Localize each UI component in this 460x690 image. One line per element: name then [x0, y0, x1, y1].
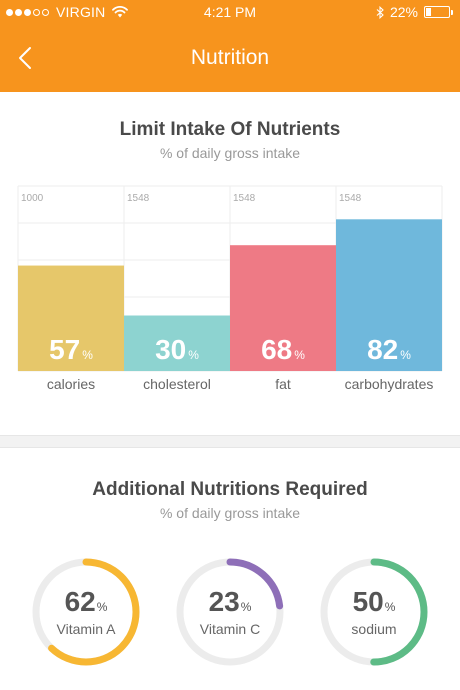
ring-value: 23%	[208, 586, 252, 617]
nav-bar: Nutrition	[0, 26, 460, 92]
ring-label: Vitamin A	[56, 621, 116, 637]
limit-intake-section: Limit Intake Of Nutrients % of daily gro…	[0, 92, 460, 435]
bluetooth-icon	[376, 5, 384, 19]
battery-icon	[424, 6, 453, 18]
ring-value: 50%	[352, 586, 396, 617]
status-bar: VIRGIN 4:21 PM 22%	[0, 0, 460, 26]
chart-category-label: calories	[47, 376, 95, 392]
ring-sodium[interactable]: 50% sodium	[318, 556, 430, 668]
chart-category-label: cholesterol	[143, 376, 211, 392]
chart-column-header: 1548	[233, 193, 256, 204]
ring-label: Vitamin C	[199, 621, 261, 637]
ring-vitamin-a[interactable]: 62% Vitamin A	[30, 556, 142, 668]
additional-nutritions-subtitle: % of daily gross intake	[159, 505, 301, 521]
status-right: 22%	[376, 4, 453, 20]
page-title: Nutrition	[190, 46, 270, 69]
chart-column-header: 1548	[339, 193, 362, 204]
ring-label: sodium	[351, 621, 397, 637]
nutrient-bar-chart: 100057 %calories154830 %cholesterol154868%…	[17, 185, 443, 392]
chart-category-label: fat	[275, 376, 291, 392]
battery-fill	[426, 8, 432, 16]
chart-column-header: 1548	[127, 193, 150, 204]
section-divider	[0, 435, 460, 448]
ring-vitamin-c[interactable]: 23% Vitamin C	[174, 556, 286, 668]
chart-column-header: 1000	[21, 193, 44, 204]
battery-nub	[451, 10, 453, 15]
additional-nutritions-title: Additional Nutritions Required	[92, 479, 368, 500]
battery-percent: 22%	[389, 4, 418, 20]
header: VIRGIN 4:21 PM 22% Nutrition	[0, 0, 460, 92]
chart-category-label: carbohydrates	[345, 376, 434, 392]
ring-value: 62%	[64, 586, 108, 617]
